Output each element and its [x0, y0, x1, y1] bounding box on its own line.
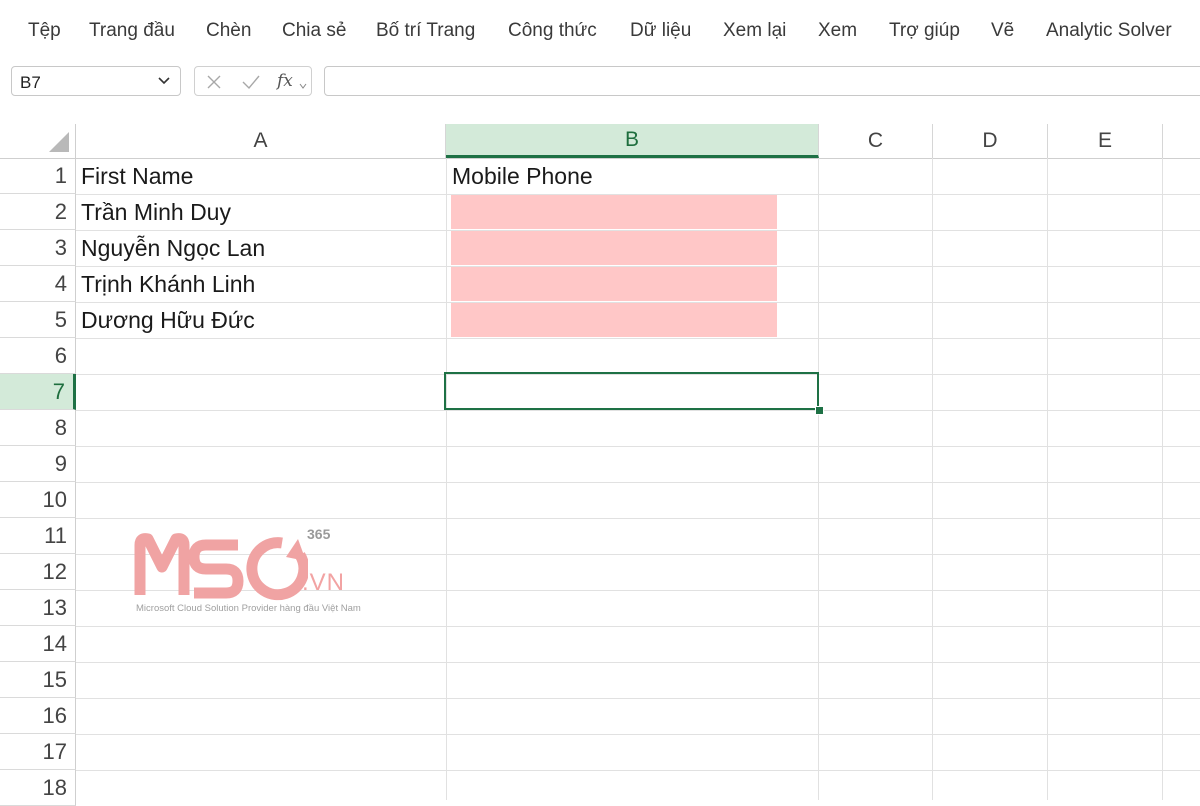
row-header[interactable]: 13 [0, 590, 76, 626]
row-header[interactable]: 16 [0, 698, 76, 734]
mso-watermark-logo: 365 .VN Microsoft Cloud Solution Provide… [132, 526, 372, 619]
row-header[interactable]: 14 [0, 626, 76, 662]
mso-logo-icon [134, 533, 308, 601]
name-box-value: B7 [20, 73, 41, 92]
cell-b1[interactable]: Mobile Phone [452, 163, 593, 190]
column-header-e[interactable]: E [1048, 124, 1163, 158]
name-box[interactable]: B7 [11, 66, 181, 96]
row-header[interactable]: 9 [0, 446, 76, 482]
row-header[interactable]: 2 [0, 194, 76, 230]
tab-analytic-solver[interactable]: Analytic Solver [1046, 20, 1172, 42]
column-header-a[interactable]: A [76, 124, 446, 158]
tab-data[interactable]: Dữ liệu [630, 20, 691, 42]
tab-file[interactable]: Tệp [28, 20, 61, 42]
tab-formulas[interactable]: Công thức [508, 20, 597, 42]
watermark-domain: .VN [302, 569, 346, 596]
formula-input[interactable] [324, 66, 1200, 96]
cancel-icon[interactable] [205, 73, 223, 96]
row-header[interactable]: 4 [0, 266, 76, 302]
column-header-d[interactable]: D [933, 124, 1048, 158]
tab-home[interactable]: Trang đầu [89, 20, 175, 42]
chevron-down-icon[interactable] [156, 72, 172, 93]
row-header[interactable]: 1 [0, 158, 76, 194]
watermark-tagline: Microsoft Cloud Solution Provider hàng đ… [136, 603, 361, 614]
row-header[interactable]: 17 [0, 734, 76, 770]
cell-a3[interactable]: Nguyễn Ngọc Lan [81, 235, 265, 262]
highlighted-cell-b4[interactable] [451, 267, 777, 301]
fill-handle[interactable] [815, 406, 824, 415]
check-icon[interactable] [241, 73, 261, 96]
row-header[interactable]: 5 [0, 302, 76, 338]
column-header-b[interactable]: B [446, 124, 819, 158]
cell-a5[interactable]: Dương Hữu Đức [81, 307, 255, 334]
row-header-selected[interactable]: 7 [0, 374, 76, 410]
tab-help[interactable]: Trợ giúp [889, 20, 960, 42]
row-header[interactable]: 10 [0, 482, 76, 518]
highlighted-cell-b3[interactable] [451, 231, 777, 265]
watermark-365: 365 [307, 526, 331, 542]
row-header[interactable]: 3 [0, 230, 76, 266]
row-header[interactable]: 6 [0, 338, 76, 374]
tab-draw[interactable]: Vẽ [991, 20, 1014, 42]
tab-share[interactable]: Chia sẻ [282, 20, 346, 42]
active-cell-b7[interactable] [444, 372, 819, 410]
tab-insert[interactable]: Chèn [206, 20, 251, 42]
tab-page-layout[interactable]: Bố trí Trang [376, 20, 475, 42]
row-header[interactable]: 15 [0, 662, 76, 698]
insert-function-icon[interactable]: fx [277, 71, 293, 91]
tab-view[interactable]: Xem [818, 20, 857, 42]
row-header[interactable]: 12 [0, 554, 76, 590]
row-header[interactable]: 11 [0, 518, 76, 554]
column-header-c[interactable]: C [819, 124, 933, 158]
tab-review[interactable]: Xem lại [723, 20, 786, 42]
chevron-down-icon[interactable] [299, 77, 307, 95]
select-all-button[interactable] [0, 124, 76, 158]
row-header[interactable]: 8 [0, 410, 76, 446]
cell-a1[interactable]: First Name [81, 163, 193, 190]
formula-controls: fx [194, 66, 312, 96]
cell-a2[interactable]: Trần Minh Duy [81, 199, 231, 226]
highlighted-cell-b5[interactable] [451, 303, 777, 337]
ribbon-tabs: Tệp Trang đầu Chèn Chia sẻ Bố trí Trang … [0, 0, 1200, 64]
cell-a4[interactable]: Trịnh Khánh Linh [81, 271, 255, 298]
highlighted-cell-b2[interactable] [451, 195, 777, 229]
row-header[interactable]: 18 [0, 770, 76, 806]
